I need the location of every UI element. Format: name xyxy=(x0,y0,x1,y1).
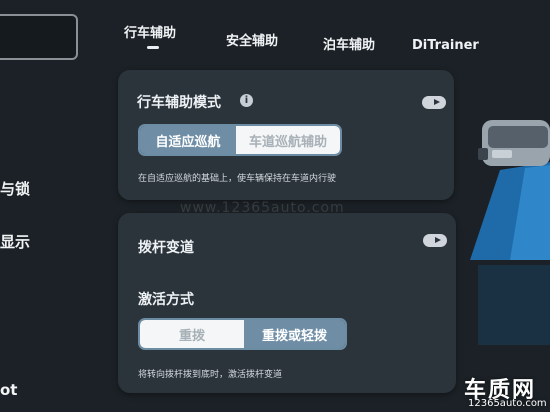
drive-assist-mode-card: 行车辅助模式 i 自适应巡航 车道巡航辅助 在自适应巡航的基础上，使车辆保持在车… xyxy=(118,70,454,200)
tab-ditrainer[interactable]: DiTrainer xyxy=(412,38,479,53)
activation-method-selector: 重拨 重拨或轻拨 xyxy=(138,318,347,350)
tab-parking-assist[interactable]: 泊车辅助 xyxy=(323,34,375,53)
drive-assist-mode-title: 行车辅助模式 xyxy=(137,95,221,111)
lane-change-description: 将转向拨杆拨到底时，激活拨杆变道 xyxy=(138,370,283,380)
option-hard-push[interactable]: 重拨 xyxy=(140,320,244,348)
sidebar-item-display[interactable]: 显示 xyxy=(0,231,30,252)
active-tab-indicator xyxy=(147,46,159,49)
info-icon[interactable]: i xyxy=(240,94,253,107)
tab-safety-assist[interactable]: 安全辅助 xyxy=(226,30,278,49)
mode-adaptive-cruise[interactable]: 自适应巡航 xyxy=(140,126,236,154)
play-toggle-icon[interactable] xyxy=(423,234,447,247)
drive-mode-description: 在自适应巡航的基础上，使车辆保持在车道内行驶 xyxy=(138,174,337,184)
sidebar-item-lock[interactable]: 与锁 xyxy=(0,178,30,199)
lever-lane-change-title: 拨杆变道 xyxy=(138,240,194,256)
mode-lane-cruise-assist[interactable]: 车道巡航辅助 xyxy=(236,126,340,154)
tab-drive-assist[interactable]: 行车辅助 xyxy=(124,22,176,41)
activation-method-title: 激活方式 xyxy=(138,292,194,308)
option-hard-or-light-push[interactable]: 重拨或轻拨 xyxy=(244,320,345,348)
site-logo-url: 12365auto.com xyxy=(468,398,547,409)
drive-mode-selector: 自适应巡航 车道巡航辅助 xyxy=(138,124,342,156)
lane-change-card: 拨杆变道 激活方式 重拨 重拨或轻拨 将转向拨杆拨到底时，激活拨杆变道 xyxy=(118,213,456,393)
play-toggle-icon[interactable] xyxy=(422,96,446,109)
road-lane-shade xyxy=(478,265,550,345)
sidebar-item-pilot[interactable]: ot xyxy=(0,381,17,399)
vehicle-illustration xyxy=(470,100,550,260)
sidebar-search-box[interactable] xyxy=(0,14,78,60)
